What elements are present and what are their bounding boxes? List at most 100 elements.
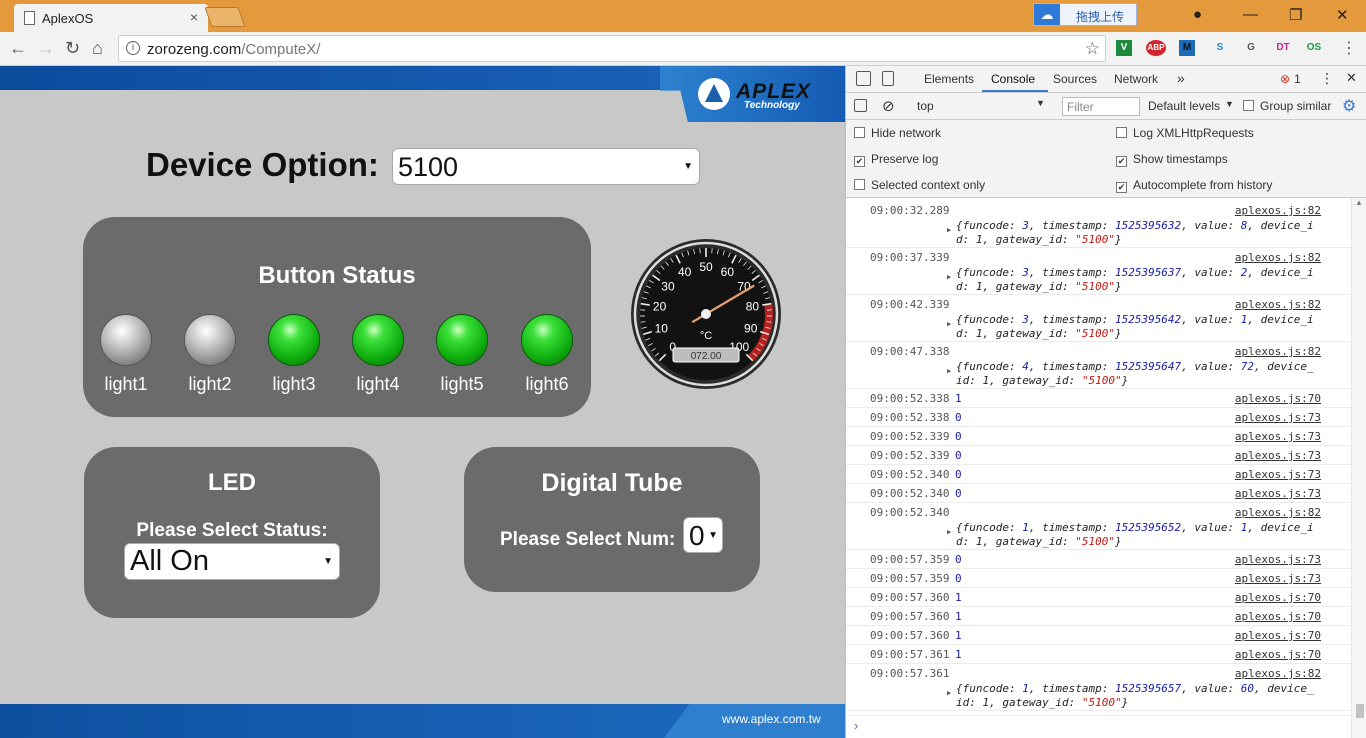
tab-sources[interactable]: Sources: [1053, 72, 1097, 86]
chevron-down-icon: ▼: [708, 530, 718, 541]
web-page: APLEX Technology Device Option: 5100 ▼ B…: [0, 66, 845, 738]
adblock-icon[interactable]: ABP: [1146, 40, 1166, 56]
clear-console-icon[interactable]: ⊘: [882, 97, 895, 115]
console-scrollbar[interactable]: ▲: [1351, 198, 1366, 738]
close-window-icon[interactable]: ✕: [1336, 6, 1349, 24]
console-settings-gear-icon[interactable]: ⚙: [1342, 96, 1356, 116]
filter-input[interactable]: Filter: [1062, 97, 1140, 116]
inspect-element-icon[interactable]: [856, 71, 871, 86]
log-source-link[interactable]: aplexos.js:73: [1235, 487, 1321, 500]
group-similar-checkbox[interactable]: Group similar: [1243, 99, 1331, 113]
console-option-checkbox[interactable]: ✔ Autocomplete from history: [1116, 178, 1272, 193]
console-option-checkbox[interactable]: ✔ Show timestamps: [1116, 152, 1228, 167]
log-timestamp: 09:00:52.340: [870, 468, 950, 481]
log-source-link[interactable]: aplexos.js:82: [1235, 345, 1321, 358]
console-filter-bar: ⊘ top ▼ Filter Default levels ▼ Group si…: [846, 93, 1366, 120]
log-source-link[interactable]: aplexos.js:73: [1235, 411, 1321, 424]
devtools-menu-icon[interactable]: ⋮: [1320, 70, 1334, 87]
reload-icon[interactable]: ↻: [65, 38, 80, 59]
error-count-badge[interactable]: ⊗ 1: [1280, 72, 1301, 86]
tab-network[interactable]: Network: [1114, 72, 1158, 86]
console-option-checkbox[interactable]: ✔ Preserve log: [854, 152, 938, 167]
active-tab-indicator: [982, 90, 1048, 92]
more-tabs-icon[interactable]: »: [1177, 70, 1185, 86]
context-select[interactable]: top: [917, 99, 934, 113]
log-source-link[interactable]: aplexos.js:73: [1235, 468, 1321, 481]
info-icon[interactable]: i: [126, 41, 140, 55]
device-option-label: Device Option:: [146, 146, 379, 183]
tab-elements[interactable]: Elements: [924, 72, 974, 86]
log-object[interactable]: ▶ {funcode: 3, timestamp: 1525395637, val…: [947, 266, 1326, 294]
log-object[interactable]: ▶ {funcode: 1, timestamp: 1525395657, val…: [947, 682, 1326, 710]
log-source-link[interactable]: aplexos.js:73: [1235, 430, 1321, 443]
log-source-link[interactable]: aplexos.js:82: [1235, 204, 1321, 217]
device-toolbar-icon[interactable]: [882, 71, 894, 86]
back-icon[interactable]: ←: [9, 38, 27, 59]
console-option-checkbox[interactable]: Hide network: [854, 126, 941, 140]
led-status-select[interactable]: All On ▼: [124, 543, 340, 580]
tab-console[interactable]: Console: [991, 72, 1035, 86]
sidebar-toggle-icon[interactable]: [854, 99, 867, 112]
log-source-link[interactable]: aplexos.js:82: [1235, 251, 1321, 264]
expand-triangle-icon[interactable]: ▶: [947, 317, 951, 331]
log-levels-select[interactable]: Default levels: [1148, 99, 1220, 113]
bookmark-star-icon[interactable]: ☆: [1085, 39, 1100, 59]
log-timestamp: 09:00:52.340: [870, 506, 950, 519]
led-title: LED: [208, 469, 256, 496]
account-icon[interactable]: ●: [1193, 6, 1202, 23]
expand-triangle-icon[interactable]: ▶: [947, 223, 951, 237]
log-object[interactable]: ▶ {funcode: 4, timestamp: 1525395647, val…: [947, 360, 1326, 388]
new-tab-button[interactable]: [204, 7, 246, 27]
log-value: 0: [955, 468, 962, 481]
close-devtools-icon[interactable]: ✕: [1346, 70, 1357, 86]
log-source-link[interactable]: aplexos.js:70: [1235, 648, 1321, 661]
expand-triangle-icon[interactable]: ▶: [947, 525, 951, 539]
upload-extension-button[interactable]: ☁ 拖拽上传: [1033, 3, 1137, 26]
console-prompt[interactable]: ›: [846, 715, 1351, 738]
log-source-link[interactable]: aplexos.js:82: [1235, 298, 1321, 311]
restore-icon[interactable]: ❐: [1289, 6, 1302, 24]
console-option-checkbox[interactable]: Selected context only: [854, 178, 985, 192]
extension-s-icon[interactable]: S: [1212, 40, 1228, 56]
log-object[interactable]: ▶ {funcode: 3, timestamp: 1525395632, val…: [947, 219, 1326, 247]
console-option-checkbox[interactable]: Log XMLHttpRequests: [1116, 126, 1254, 140]
expand-triangle-icon[interactable]: ▶: [947, 270, 951, 284]
log-source-link[interactable]: aplexos.js:70: [1235, 629, 1321, 642]
extension-m-icon[interactable]: M: [1179, 40, 1195, 56]
checkbox-icon: [854, 127, 865, 138]
minimize-icon[interactable]: —: [1243, 6, 1258, 23]
extension-v-icon[interactable]: V: [1116, 40, 1132, 56]
log-object[interactable]: ▶ {funcode: 1, timestamp: 1525395652, val…: [947, 521, 1326, 549]
log-source-link[interactable]: aplexos.js:70: [1235, 392, 1321, 405]
address-bar[interactable]: i zorozeng.com/ComputeX/ ☆: [118, 35, 1106, 62]
footer-url[interactable]: www.aplex.com.tw: [722, 712, 821, 726]
gauge-pivot: [701, 309, 711, 319]
forward-icon[interactable]: →: [37, 38, 55, 59]
close-tab-icon[interactable]: ×: [190, 9, 198, 25]
log-object[interactable]: ▶ {funcode: 3, timestamp: 1525395642, val…: [947, 313, 1326, 341]
log-source-link[interactable]: aplexos.js:73: [1235, 449, 1321, 462]
log-source-link[interactable]: aplexos.js:82: [1235, 506, 1321, 519]
log-source-link[interactable]: aplexos.js:73: [1235, 572, 1321, 585]
tube-number-select[interactable]: 0 ▼: [683, 517, 723, 553]
log-source-link[interactable]: aplexos.js:70: [1235, 610, 1321, 623]
log-timestamp: 09:00:42.339: [870, 298, 950, 311]
log-source-link[interactable]: aplexos.js:82: [1235, 667, 1321, 680]
home-icon[interactable]: ⌂: [92, 38, 103, 59]
log-timestamp: 09:00:32.289: [870, 204, 950, 217]
extension-dt-icon[interactable]: DT: [1275, 40, 1291, 56]
menu-kebab-icon[interactable]: ⋮: [1341, 38, 1357, 58]
log-source-link[interactable]: aplexos.js:73: [1235, 553, 1321, 566]
console-log-row: 09:00:52.340 aplexos.js:73 0: [846, 465, 1351, 484]
chevron-down-icon[interactable]: ▼: [1036, 98, 1045, 108]
browser-tab[interactable]: AplexOS ×: [14, 4, 208, 32]
console-log-row: 09:00:42.339 aplexos.js:82 ▶ {funcode: 3, t…: [846, 295, 1351, 342]
tab-title: AplexOS: [42, 11, 94, 26]
extension-g-icon[interactable]: G: [1243, 40, 1259, 56]
expand-triangle-icon[interactable]: ▶: [947, 686, 951, 700]
device-option-select[interactable]: 5100 ▼: [392, 148, 700, 185]
digital-tube-panel: Digital Tube Please Select Num: 0 ▼: [464, 447, 760, 592]
extension-os-icon[interactable]: OS: [1306, 40, 1322, 56]
log-source-link[interactable]: aplexos.js:70: [1235, 591, 1321, 604]
expand-triangle-icon[interactable]: ▶: [947, 364, 951, 378]
